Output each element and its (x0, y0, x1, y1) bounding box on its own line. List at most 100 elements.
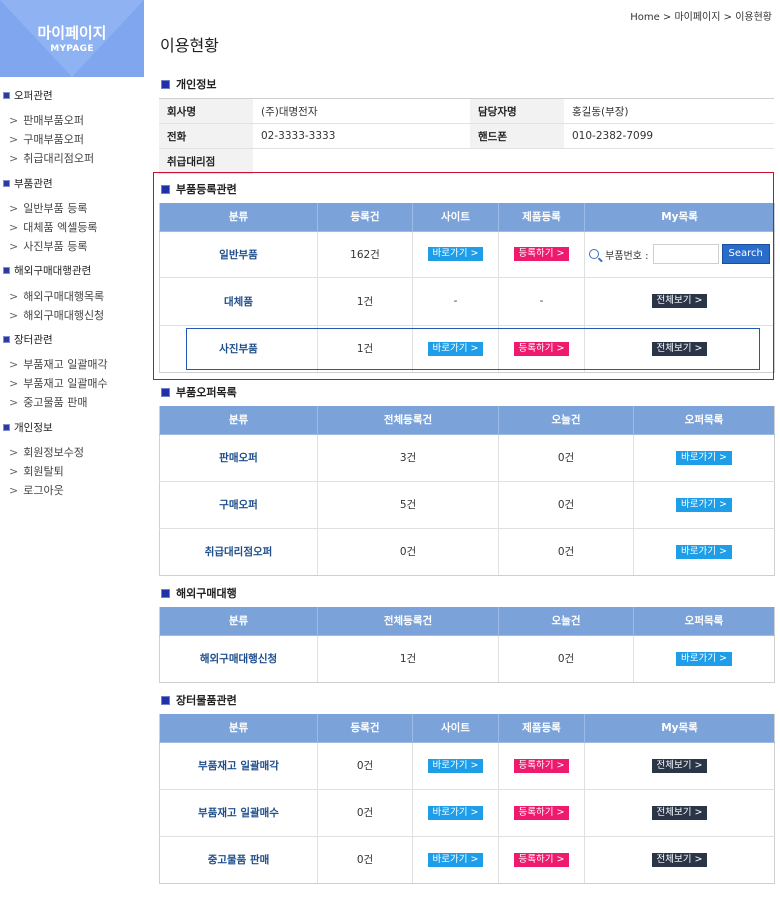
row-today: 0건 (498, 634, 634, 683)
view-all-button[interactable]: 전체보기 > (651, 758, 708, 773)
sidebar-item-withdraw[interactable]: > 회원탈퇴 (9, 463, 64, 479)
market-table: 분류 등록건 사이트 제품등록 My목록 부품재고 일괄매각 0건 바로가기 >… (159, 714, 775, 884)
row-category[interactable]: 구매오퍼 (159, 480, 318, 529)
sidebar-item-agency-offer[interactable]: > 취급대리점오퍼 (9, 150, 94, 166)
phone-value: 02-3333-3333 (253, 123, 470, 149)
sidebar-group-market: 장터관련 (3, 332, 53, 347)
go-button[interactable]: 바로가기 > (676, 544, 732, 559)
table-header-row: 분류 등록건 사이트 제품등록 My목록 (159, 714, 775, 743)
overseas-table: 분류 전체등록건 오늘건 오퍼목록 해외구매대행신청 1건 0건 바로가기 > (159, 607, 775, 683)
row-total: 5건 (317, 480, 499, 529)
table-header-row: 분류 전체등록건 오늘건 오퍼목록 (159, 607, 775, 636)
sidebar-item-substitute-excel[interactable]: > 대체품 엑셀등록 (9, 219, 98, 235)
personal-info-table: 회사명 (주)대명전자 담당자명 홍길동(부장) 전화 02-3333-3333… (159, 98, 774, 174)
sidebar-group-offer: 오퍼관련 (3, 88, 53, 103)
view-all-button[interactable]: 전체보기 > (651, 852, 708, 867)
mobile-value: 010-2382-7099 (564, 123, 774, 149)
row-count: 0건 (317, 788, 413, 837)
sidebar-item-sell-offer[interactable]: > 판매부품오퍼 (9, 112, 84, 128)
row-category[interactable]: 부품재고 일괄매각 (159, 741, 318, 790)
agency-label: 취급대리점 (159, 148, 253, 174)
table-row: 구매오퍼 5건 0건 바로가기 > (159, 480, 775, 529)
sidebar-item-logout[interactable]: > 로그아웃 (9, 482, 64, 498)
section-title-overseas: 해외구매대행 (161, 585, 237, 601)
col-header: 제품등록 (498, 714, 585, 743)
go-button[interactable]: 바로가기 > (676, 497, 732, 512)
sidebar-item-bulk-buy[interactable]: > 부품재고 일괄매수 (9, 375, 108, 391)
row-category[interactable]: 중고물품 판매 (159, 835, 318, 884)
phone-label: 전화 (159, 123, 253, 149)
col-header: 전체등록건 (317, 607, 499, 636)
table-row: 판매오퍼 3건 0건 바로가기 > (159, 433, 775, 482)
sidebar-item-used-sale[interactable]: > 중고물품 판매 (9, 394, 87, 410)
sidebar-group-personal: 개인정보 (3, 420, 53, 435)
sidebar-item-bulk-sell[interactable]: > 부품재고 일괄매각 (9, 356, 108, 372)
row-count: 0건 (317, 835, 413, 884)
sidebar-group-parts: 부품관련 (3, 176, 53, 191)
square-bullet-icon (3, 267, 10, 274)
row-category[interactable]: 해외구매대행신청 (159, 634, 318, 683)
section-title-market: 장터물품관련 (161, 692, 237, 708)
sidebar: 마이페이지 MYPAGE 오퍼관련 > 판매부품오퍼 > 구매부품오퍼 > 취급대리점… (0, 0, 150, 497)
parts-offer-table: 분류 전체등록건 오늘건 오퍼목록 판매오퍼 3건 0건 바로가기 > 구매오퍼… (159, 406, 775, 576)
col-header: 등록건 (317, 714, 413, 743)
col-header: 오늘건 (498, 607, 634, 636)
highlight-box-blue (186, 328, 760, 370)
row-category[interactable]: 취급대리점오퍼 (159, 527, 318, 576)
manager-value: 홍길동(부장) (564, 98, 774, 124)
row-count: 0건 (317, 741, 413, 790)
col-header: 오퍼목록 (633, 607, 775, 636)
row-today: 0건 (498, 527, 634, 576)
square-bullet-icon (161, 387, 170, 397)
register-button[interactable]: 등록하기 > (513, 852, 570, 867)
breadcrumb[interactable]: Home > 마이페이지 > 이용현황 (630, 8, 772, 23)
sidebar-item-buy-offer[interactable]: > 구매부품오퍼 (9, 131, 84, 147)
col-header: 오늘건 (498, 406, 634, 435)
manager-label: 담당자명 (470, 98, 564, 124)
square-bullet-icon (161, 695, 170, 705)
sidebar-item-edit-profile[interactable]: > 회원정보수정 (9, 444, 84, 460)
table-row: 취급대리점오퍼 0건 0건 바로가기 > (159, 527, 775, 576)
table-row: 부품재고 일괄매각 0건 바로가기 > 등록하기 > 전체보기 > (159, 741, 775, 790)
sidebar-item-overseas-apply[interactable]: > 해외구매대행신청 (9, 307, 104, 323)
sidebar-item-general-parts[interactable]: > 일반부품 등록 (9, 200, 87, 216)
register-button[interactable]: 등록하기 > (513, 805, 570, 820)
col-header: 전체등록건 (317, 406, 499, 435)
company-label: 회사명 (159, 98, 253, 124)
square-bullet-icon (161, 79, 170, 89)
square-bullet-icon (3, 424, 10, 431)
table-row: 부품재고 일괄매수 0건 바로가기 > 등록하기 > 전체보기 > (159, 788, 775, 837)
col-header: 분류 (159, 607, 318, 636)
go-button[interactable]: 바로가기 > (427, 805, 484, 820)
col-header: 분류 (159, 714, 318, 743)
sidebar-header: 마이페이지 MYPAGE (0, 0, 144, 77)
row-today: 0건 (498, 433, 634, 482)
go-button[interactable]: 바로가기 > (427, 758, 484, 773)
square-bullet-icon (3, 180, 10, 187)
sidebar-group-overseas: 해외구매대행관련 (3, 263, 91, 278)
agency-value (253, 149, 774, 174)
section-title-parts-offer: 부품오퍼목록 (161, 384, 237, 400)
col-header: My목록 (584, 714, 775, 743)
sidebar-item-overseas-list[interactable]: > 해외구매대행목록 (9, 288, 104, 304)
square-bullet-icon (3, 336, 10, 343)
sidebar-item-photo-parts[interactable]: > 사진부품 등록 (9, 238, 87, 254)
go-button[interactable]: 바로가기 > (676, 450, 732, 465)
row-category[interactable]: 판매오퍼 (159, 433, 318, 482)
square-bullet-icon (161, 588, 170, 598)
view-all-button[interactable]: 전체보기 > (651, 805, 708, 820)
col-header: 사이트 (412, 714, 499, 743)
table-row: 취급대리점 (159, 148, 774, 174)
table-row: 전화 02-3333-3333 핸드폰 010-2382-7099 (159, 123, 774, 149)
row-today: 0건 (498, 480, 634, 529)
sidebar-subtitle: MYPAGE (50, 44, 94, 54)
col-header: 오퍼목록 (633, 406, 775, 435)
go-button[interactable]: 바로가기 > (427, 852, 484, 867)
go-button[interactable]: 바로가기 > (676, 651, 732, 666)
register-button[interactable]: 등록하기 > (513, 758, 570, 773)
col-header: 분류 (159, 406, 318, 435)
company-value: (주)대명전자 (253, 98, 470, 124)
page-title: 이용현황 (160, 36, 219, 55)
mobile-label: 핸드폰 (470, 123, 564, 149)
row-category[interactable]: 부품재고 일괄매수 (159, 788, 318, 837)
